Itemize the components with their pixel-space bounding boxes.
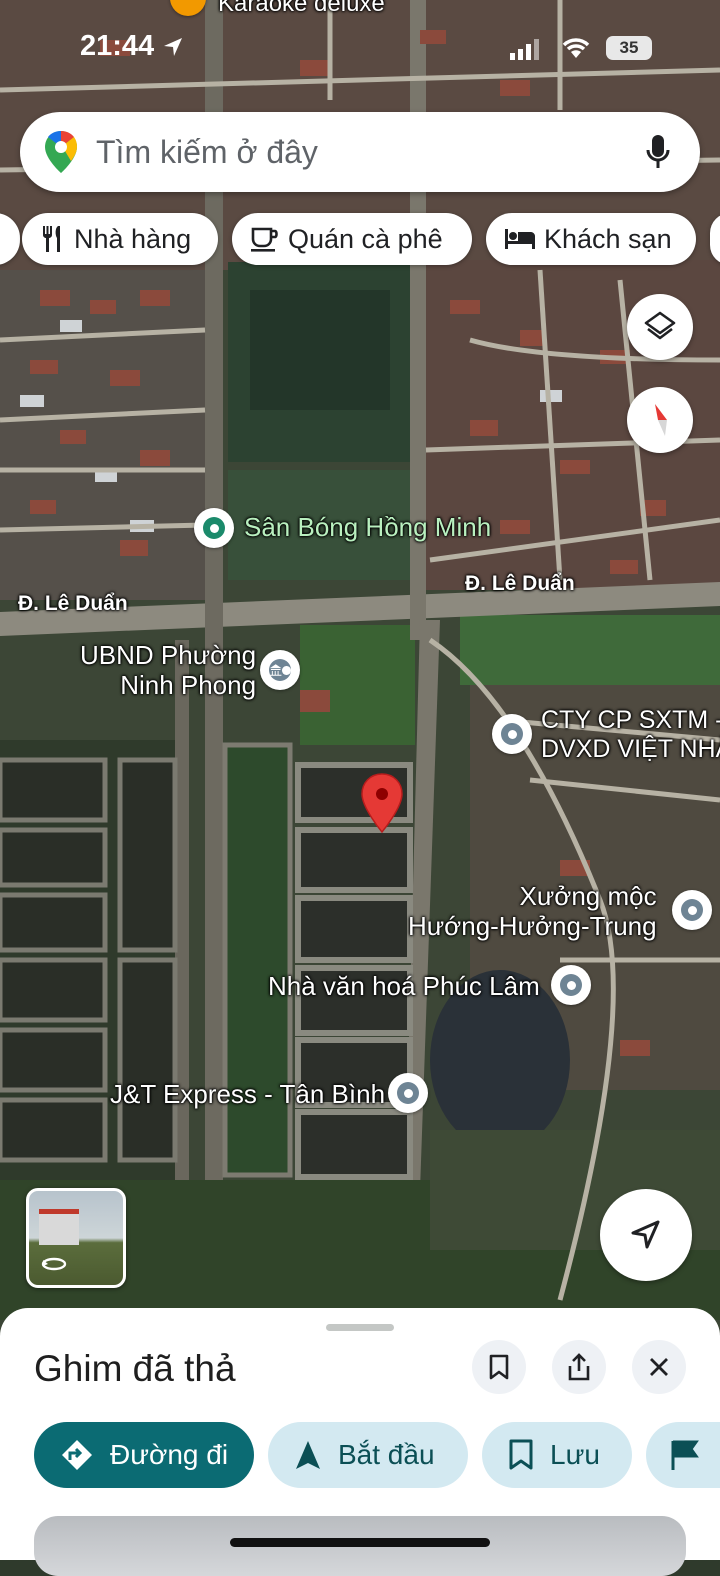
save-label: Lưu bbox=[550, 1439, 600, 1470]
navigation-arrow-icon bbox=[631, 1220, 660, 1249]
road-label-right: Đ. Lê Duẩn bbox=[465, 572, 575, 595]
search-bar[interactable]: Tìm kiếm ở đây bbox=[20, 112, 700, 192]
chip-label: Nhà hàng bbox=[74, 223, 192, 254]
sheet-title: Ghim đã thả bbox=[34, 1348, 236, 1389]
my-location-button[interactable] bbox=[600, 1189, 692, 1281]
cellular-signal-icon bbox=[510, 39, 539, 60]
flag-icon bbox=[671, 1440, 699, 1470]
save-icon-button[interactable] bbox=[472, 1340, 526, 1394]
close-icon bbox=[650, 1358, 668, 1376]
chip-label: Quán cà phê bbox=[288, 223, 443, 254]
share-button[interactable] bbox=[552, 1340, 606, 1394]
street-view-thumbnail[interactable] bbox=[26, 1188, 126, 1288]
close-button[interactable] bbox=[632, 1340, 686, 1394]
wifi-icon bbox=[562, 38, 590, 58]
chip-coffee[interactable]: Quán cà phê bbox=[232, 213, 472, 265]
cultural-house-pin[interactable] bbox=[551, 965, 591, 1005]
chip-label: Khách sạn bbox=[544, 223, 672, 254]
battery-indicator: 35 bbox=[606, 36, 652, 60]
sheet-drag-handle[interactable] bbox=[326, 1324, 394, 1331]
bookmark-icon bbox=[508, 1439, 534, 1471]
jt-express-pin[interactable] bbox=[388, 1073, 428, 1113]
bookmark-icon bbox=[489, 1354, 509, 1380]
poi-cty-label: CTY CP SXTM - DVXD VIỆT NHẬ bbox=[541, 706, 720, 763]
navigation-arrow-icon bbox=[294, 1439, 322, 1471]
google-maps-logo-icon bbox=[45, 131, 77, 173]
home-indicator[interactable] bbox=[230, 1538, 490, 1547]
poi-xuong-moc-label: Xưởng mộc Hướng-Hưởng-Trung bbox=[408, 881, 657, 941]
start-button[interactable]: Bắt đầu bbox=[268, 1422, 468, 1488]
status-bar: 21:44 35 bbox=[0, 0, 720, 96]
poi-ubnd-label: UBND Phường Ninh Phong bbox=[80, 640, 257, 700]
road-label-left: Đ. Lê Duẩn bbox=[18, 592, 128, 615]
status-time: 21:44 bbox=[80, 30, 155, 62]
hotel-icon bbox=[504, 227, 536, 251]
directions-icon bbox=[60, 1438, 94, 1472]
chip-restaurants[interactable]: Nhà hàng bbox=[22, 213, 218, 265]
map-layers-button[interactable] bbox=[627, 294, 693, 360]
start-label: Bắt đầu bbox=[338, 1439, 435, 1470]
location-arrow-icon bbox=[164, 37, 183, 56]
rotate-360-icon bbox=[41, 1257, 67, 1271]
microphone-icon[interactable] bbox=[646, 134, 670, 170]
save-button[interactable]: Lưu bbox=[482, 1422, 632, 1488]
poi-san-bong-label: Sân Bóng Hồng Minh bbox=[244, 512, 492, 542]
government-building-pin[interactable] bbox=[260, 650, 300, 690]
dropped-pin-icon[interactable] bbox=[360, 772, 404, 834]
restaurant-icon bbox=[40, 225, 66, 253]
flag-button-partial[interactable] bbox=[646, 1422, 720, 1488]
layers-icon bbox=[644, 311, 676, 340]
company-pin[interactable] bbox=[492, 714, 532, 754]
compass-icon bbox=[655, 404, 667, 436]
battery-level: 35 bbox=[619, 38, 639, 57]
directions-button[interactable]: Đường đi bbox=[34, 1422, 254, 1488]
workshop-pin[interactable] bbox=[672, 890, 712, 930]
compass-button[interactable] bbox=[627, 387, 693, 453]
poi-jt-express-label: J&T Express - Tân Bình bbox=[110, 1079, 386, 1109]
place-bottom-sheet[interactable]: Ghim đã thả Đường đi Bắt đầu Lưu bbox=[0, 1308, 720, 1576]
poi-nha-van-hoa-label: Nhà văn hoá Phúc Lâm bbox=[268, 971, 540, 1001]
building-icon bbox=[269, 664, 282, 676]
search-placeholder: Tìm kiếm ở đây bbox=[96, 133, 318, 170]
chip-hotels[interactable]: Khách sạn bbox=[486, 213, 696, 265]
directions-label: Đường đi bbox=[110, 1439, 229, 1470]
coffee-icon bbox=[250, 226, 280, 252]
share-icon bbox=[568, 1353, 590, 1381]
football-field-pin[interactable] bbox=[194, 508, 234, 548]
